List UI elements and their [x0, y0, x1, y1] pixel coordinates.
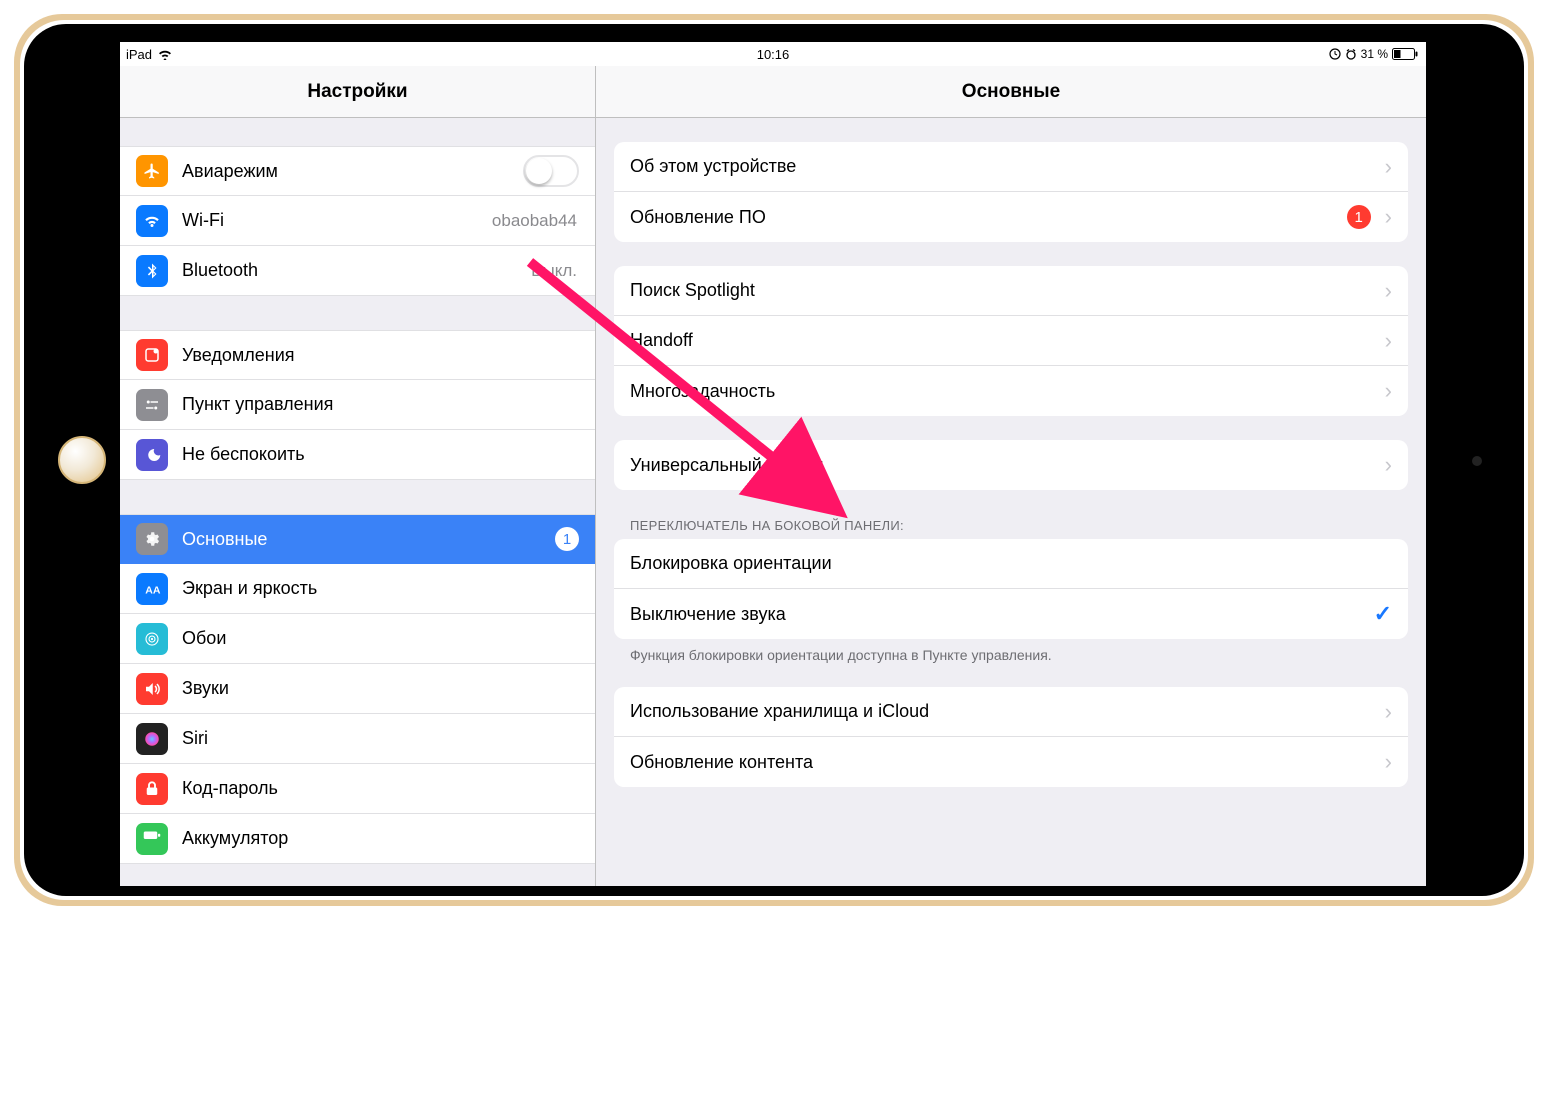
sidebar-item-wifi[interactable]: Wi-Fiobaobab44 [120, 196, 595, 246]
display-icon: AA [136, 573, 168, 605]
sidebar-scroll[interactable]: АвиарежимWi-Fiobaobab44BluetoothВыкл.Уве… [120, 118, 595, 886]
chevron-right-icon: › [1385, 278, 1392, 304]
airplane-icon [136, 155, 168, 187]
sidebar-item-label: Код-пароль [182, 778, 587, 799]
status-bar: iPad 10:16 31 % [120, 42, 1426, 66]
detail-title: Основные [596, 66, 1426, 118]
battery-percent: 31 % [1361, 47, 1388, 61]
sidebar-item-sounds[interactable]: Звуки [120, 664, 595, 714]
sidebar-item-battery[interactable]: Аккумулятор [120, 814, 595, 864]
detail-pane: Основные Об этом устройстве›Обновление П… [596, 66, 1426, 886]
sidebar-item-wallpaper[interactable]: Обои [120, 614, 595, 664]
camera-dot [1472, 456, 1482, 466]
chevron-right-icon: › [1385, 204, 1392, 230]
chevron-right-icon: › [1385, 154, 1392, 180]
sidebar-item-label: Основные [182, 529, 555, 550]
sidebar-item-display[interactable]: AA Экран и яркость [120, 564, 595, 614]
detail-row-label: Поиск Spotlight [630, 280, 1379, 301]
detail-row-label: Об этом устройстве [630, 156, 1379, 177]
detail-row[interactable]: Блокировка ориентации [614, 539, 1408, 589]
sidebar-item-label: Siri [182, 728, 587, 749]
detail-row[interactable]: Обновление контента › [614, 737, 1408, 787]
detail-row-label: Многозадачность [630, 381, 1379, 402]
detail-row-label: Обновление контента [630, 752, 1379, 773]
notifications-icon [136, 339, 168, 371]
device-frame: iPad 10:16 31 % Нас [14, 14, 1534, 906]
section-header: ПЕРЕКЛЮЧАТЕЛЬ НА БОКОВОЙ ПАНЕЛИ: [630, 518, 1392, 533]
detail-row-label: Блокировка ориентации [630, 553, 1392, 574]
check-icon: ✓ [1374, 601, 1392, 627]
sounds-icon [136, 673, 168, 705]
sidebar-item-bluetooth[interactable]: BluetoothВыкл. [120, 246, 595, 296]
detail-row-label: Использование хранилища и iCloud [630, 701, 1379, 722]
detail-row-label: Выключение звука [630, 604, 1374, 625]
alarm-icon [1345, 48, 1357, 60]
svg-text:AA: AA [145, 584, 161, 596]
detail-row-label: Обновление ПО [630, 207, 1347, 228]
sidebar-item-label: Уведомления [182, 345, 587, 366]
settings-icon [136, 523, 168, 555]
sidebar-item-label: Аккумулятор [182, 828, 587, 849]
detail-row[interactable]: Выключение звука✓ [614, 589, 1408, 639]
chevron-right-icon: › [1385, 452, 1392, 478]
sidebar-item-label: Wi-Fi [182, 210, 492, 231]
sidebar-item-settings[interactable]: Основные1 [120, 514, 595, 564]
detail-row[interactable]: Handoff › [614, 316, 1408, 366]
chevron-right-icon: › [1385, 328, 1392, 354]
device-label: iPad [126, 47, 152, 62]
section-footer: Функция блокировки ориентации доступна в… [630, 647, 1392, 663]
bluetooth-icon [136, 255, 168, 287]
sidebar-item-label: Экран и яркость [182, 578, 587, 599]
chevron-right-icon: › [1385, 378, 1392, 404]
wallpaper-icon [136, 623, 168, 655]
detail-row-label: Универсальный доступ [630, 455, 1379, 476]
chevron-right-icon: › [1385, 749, 1392, 775]
sidebar-item-label: Авиарежим [182, 161, 523, 182]
sidebar: Настройки АвиарежимWi-Fiobaobab44Bluetoo… [120, 66, 596, 886]
sidebar-item-passcode[interactable]: Код-пароль [120, 764, 595, 814]
sidebar-item-value: Выкл. [531, 261, 577, 281]
dnd-icon [136, 439, 168, 471]
controlcenter-icon [136, 389, 168, 421]
detail-row[interactable]: Универсальный доступ › [614, 440, 1408, 490]
toggle-airplane[interactable] [523, 155, 579, 187]
sidebar-item-label: Пункт управления [182, 394, 587, 415]
clock: 10:16 [757, 47, 790, 62]
badge: 1 [1347, 205, 1371, 229]
wifi-icon [136, 205, 168, 237]
sidebar-item-siri[interactable]: Siri [120, 714, 595, 764]
sidebar-item-value: obaobab44 [492, 211, 577, 231]
passcode-icon [136, 773, 168, 805]
sidebar-item-label: Не беспокоить [182, 444, 587, 465]
sidebar-item-label: Обои [182, 628, 587, 649]
detail-row[interactable]: Поиск Spotlight › [614, 266, 1408, 316]
battery-icon [136, 823, 168, 855]
detail-row[interactable]: Многозадачность › [614, 366, 1408, 416]
rotation-lock-icon [1329, 48, 1341, 60]
detail-row[interactable]: Об этом устройстве › [614, 142, 1408, 192]
sidebar-item-notifications[interactable]: Уведомления [120, 330, 595, 380]
detail-row[interactable]: Использование хранилища и iCloud › [614, 687, 1408, 737]
badge: 1 [555, 527, 579, 551]
sidebar-item-label: Bluetooth [182, 260, 531, 281]
detail-row-label: Handoff [630, 330, 1379, 351]
chevron-right-icon: › [1385, 699, 1392, 725]
siri-icon [136, 723, 168, 755]
detail-row[interactable]: Обновление ПО1 › [614, 192, 1408, 242]
sidebar-item-label: Звуки [182, 678, 587, 699]
detail-scroll[interactable]: Об этом устройстве›Обновление ПО1›Поиск … [596, 118, 1426, 886]
sidebar-item-airplane[interactable]: Авиарежим [120, 146, 595, 196]
sidebar-item-controlcenter[interactable]: Пункт управления [120, 380, 595, 430]
sidebar-item-dnd[interactable]: Не беспокоить [120, 430, 595, 480]
battery-icon [1392, 48, 1418, 60]
sidebar-title: Настройки [120, 66, 595, 118]
wifi-icon [158, 49, 172, 60]
home-button[interactable] [58, 436, 106, 484]
screen: iPad 10:16 31 % Нас [120, 42, 1426, 886]
